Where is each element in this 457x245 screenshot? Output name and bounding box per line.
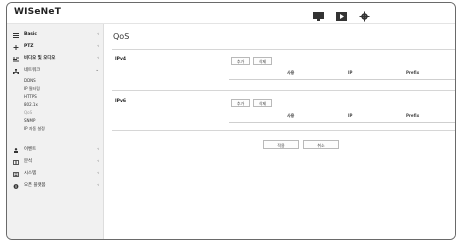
chevron-left-icon: ‹ bbox=[97, 32, 99, 37]
section-divider bbox=[112, 90, 455, 91]
ipv6-col-prefix: Prefix bbox=[406, 113, 420, 118]
sidebar-item-label: Basic bbox=[24, 32, 38, 37]
chevron-left-icon: ‹ bbox=[97, 147, 99, 152]
platform-icon bbox=[13, 183, 19, 189]
cancel-button[interactable]: 취소 bbox=[303, 140, 339, 149]
ipv4-delete-button[interactable]: 삭제 bbox=[253, 57, 272, 65]
sidebar-item-ptz[interactable]: PTZ ‹ bbox=[13, 42, 101, 52]
chevron-left-icon: ‹ bbox=[97, 171, 99, 176]
sidebar-subitem-ddns[interactable]: DDNS bbox=[24, 77, 36, 85]
sidebar-item-label: 비디오 및 오디오 bbox=[24, 56, 56, 61]
chevron-down-icon: ⌄ bbox=[95, 68, 99, 73]
ipv4-col-prefix: Prefix bbox=[406, 70, 420, 75]
sidebar-subitem-snmp[interactable]: SNMP bbox=[24, 117, 35, 125]
sidebar-item-basic[interactable]: Basic ‹ bbox=[13, 30, 101, 40]
play-icon[interactable] bbox=[335, 7, 348, 21]
chevron-left-icon: ‹ bbox=[97, 183, 99, 188]
sidebar-item-label: PTZ bbox=[24, 44, 34, 49]
ipv4-table-divider bbox=[229, 79, 455, 80]
sidebar-item-video-audio[interactable]: 비디오 및 오디오 ‹ bbox=[13, 54, 101, 64]
chevron-left-icon: ‹ bbox=[97, 44, 99, 49]
sidebar: Basic ‹ PTZ ‹ 비디오 및 오디오 ‹ 네트워크 ⌄ DDNS IP… bbox=[7, 24, 104, 239]
sidebar-item-network[interactable]: 네트워크 ⌄ bbox=[13, 66, 101, 76]
sidebar-item-label: 분석 bbox=[24, 159, 33, 164]
sidebar-item-label: 이벤트 bbox=[24, 147, 37, 152]
ipv6-table-divider bbox=[229, 122, 455, 123]
sidebar-subitem-auto-ip[interactable]: IP 자동 설정 bbox=[24, 125, 45, 133]
monitor-icon[interactable] bbox=[312, 7, 325, 21]
footer-divider bbox=[112, 130, 455, 131]
sidebar-item-label: 네트워크 bbox=[24, 68, 41, 73]
ipv6-delete-button[interactable]: 삭제 bbox=[253, 99, 272, 107]
page-title: QoS bbox=[113, 32, 130, 41]
network-icon bbox=[13, 68, 19, 74]
analysis-icon bbox=[13, 159, 19, 165]
chevron-left-icon: ‹ bbox=[97, 56, 99, 61]
ipv6-add-button[interactable]: 추가 bbox=[231, 99, 250, 107]
ipv6-label: IPv6 bbox=[115, 99, 127, 104]
sidebar-subitem-https[interactable]: HTTPS bbox=[24, 93, 37, 101]
ipv6-col-use: 사용 bbox=[287, 113, 295, 118]
brand-logo: WISeNeT bbox=[14, 7, 62, 17]
person-icon bbox=[13, 147, 19, 153]
main-content: QoS IPv4 추가 삭제 사용 IP Prefix IPv6 추가 삭제 사… bbox=[104, 24, 455, 239]
sidebar-subitem-ip-filtering[interactable]: IP 필터링 bbox=[24, 85, 40, 93]
sidebar-subitem-8021x[interactable]: 802.1x bbox=[24, 101, 38, 109]
browser-frame: WISeNeT Basic ‹ PTZ ‹ 비디오 및 오디오 ‹ 네트워크 ⌄… bbox=[6, 2, 456, 240]
ipv4-add-button[interactable]: 추가 bbox=[231, 57, 250, 65]
ipv4-label: IPv4 bbox=[115, 57, 127, 62]
sidebar-item-label: 오픈 플랫폼 bbox=[24, 183, 46, 188]
title-divider bbox=[112, 49, 455, 50]
grid-icon bbox=[13, 32, 19, 38]
chevron-left-icon: ‹ bbox=[97, 159, 99, 164]
sidebar-item-label: 시스템 bbox=[24, 171, 37, 176]
sidebar-item-open-platform[interactable]: 오픈 플랫폼 ‹ bbox=[13, 181, 101, 191]
sidebar-item-event[interactable]: 이벤트 ‹ bbox=[13, 145, 101, 155]
ipv4-col-ip: IP bbox=[348, 70, 353, 75]
system-icon bbox=[13, 171, 19, 177]
sidebar-item-system[interactable]: 시스템 ‹ bbox=[13, 169, 101, 179]
top-bar: WISeNeT bbox=[7, 3, 455, 24]
gear-icon[interactable] bbox=[358, 7, 371, 22]
ipv6-col-ip: IP bbox=[348, 113, 353, 118]
sidebar-item-analysis[interactable]: 분석 ‹ bbox=[13, 157, 101, 167]
move-icon bbox=[13, 44, 19, 50]
video-icon bbox=[13, 57, 19, 62]
sidebar-subitem-qos[interactable]: QoS bbox=[24, 109, 32, 117]
apply-button[interactable]: 적용 bbox=[263, 140, 299, 149]
ipv4-col-use: 사용 bbox=[287, 70, 295, 75]
